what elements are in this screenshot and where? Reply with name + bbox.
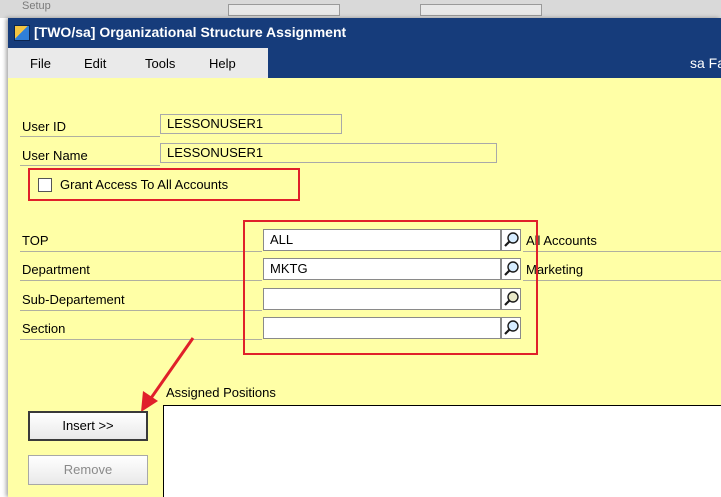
background-window-text: Setup xyxy=(22,0,51,12)
background-field xyxy=(228,4,340,16)
assigned-positions-list[interactable] xyxy=(163,405,721,497)
background-field xyxy=(420,4,542,16)
remove-button-label: Remove xyxy=(63,462,113,477)
background-window-strip: Setup xyxy=(0,0,721,18)
insert-button-label: Insert >> xyxy=(62,418,114,433)
assigned-positions-label: Assigned Positions xyxy=(166,385,276,400)
insert-button[interactable]: Insert >> xyxy=(28,411,148,441)
remove-button[interactable]: Remove xyxy=(28,455,148,485)
organizational-structure-window: [TWO/sa] Organizational Structure Assign… xyxy=(8,18,721,497)
